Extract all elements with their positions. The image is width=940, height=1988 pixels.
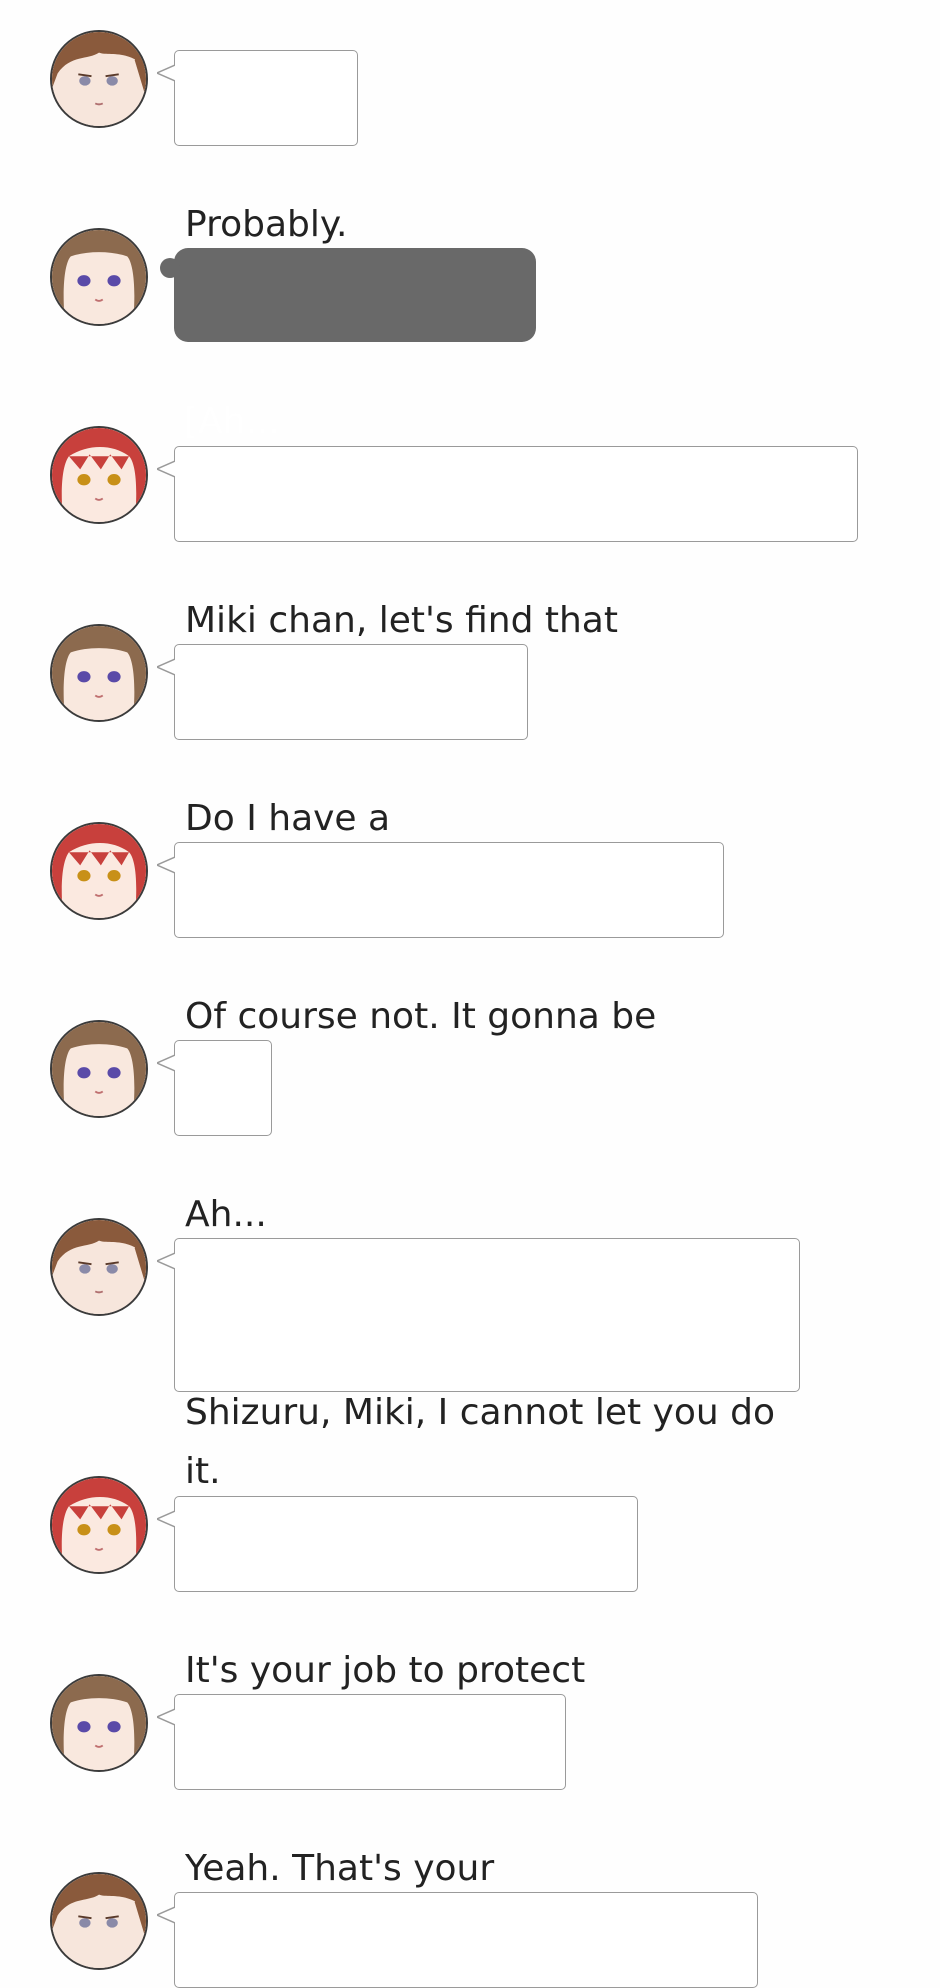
speech-bubble: Miki chan, let's find that underground! — [157, 446, 858, 700]
miki-avatar — [50, 624, 148, 722]
thought-bubble-dot — [160, 258, 180, 278]
speech-bubble: Yeah. That's your job. — [157, 1694, 566, 1948]
speech-bubble: It's your job to protect us. — [157, 1496, 638, 1750]
miki-avatar — [50, 228, 148, 326]
miki-avatar — [50, 1020, 148, 1118]
speech-bubble: Shizuru, Miki, I cannot let you do it. I… — [157, 1238, 800, 1551]
miki-avatar — [50, 1674, 148, 1772]
boy-avatar — [50, 30, 148, 128]
shizuru-avatar — [50, 1476, 148, 1574]
chat-transcript: Probably. [Ah... troublesome.] Miki chan… — [0, 0, 940, 1988]
message-text: Probably. — [185, 204, 348, 245]
boy-avatar — [50, 1872, 148, 1970]
shizuru-avatar — [50, 822, 148, 920]
speech-bubble: Do I have a choice? — [157, 644, 528, 898]
message-text: Ah... — [185, 1194, 267, 1235]
shizuru-avatar — [50, 426, 148, 524]
speech-bubble: Of course not. It gonna be fun! — [157, 842, 724, 1096]
thought-bubble: [Ah... troublesome.] — [160, 248, 536, 501]
boy-avatar — [50, 1218, 148, 1316]
speech-bubble: Probably. — [157, 50, 358, 245]
speech-bubble: Ah... — [157, 1040, 272, 1235]
speech-bubble — [157, 1892, 758, 1988]
